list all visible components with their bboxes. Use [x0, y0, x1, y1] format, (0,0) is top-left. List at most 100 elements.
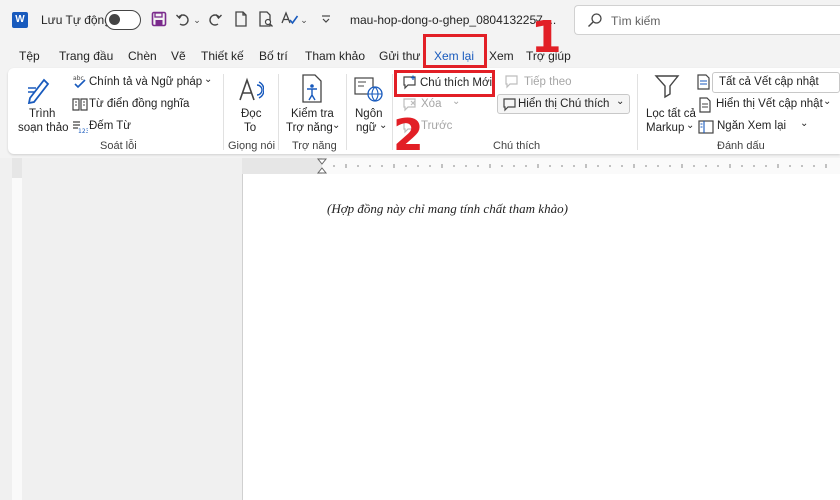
- autosave-toggle[interactable]: [105, 10, 141, 30]
- word-count-button[interactable]: 123 Đếm Từ: [70, 118, 160, 136]
- search-input[interactable]: Tìm kiếm: [574, 5, 840, 35]
- delete-comment-label: Xóa: [421, 98, 442, 110]
- tab-insert[interactable]: Chèn: [128, 49, 157, 63]
- book-icon: [72, 97, 88, 114]
- search-placeholder: Tìm kiếm: [611, 14, 661, 28]
- ribbon-separator: [223, 74, 224, 150]
- accessibility-group-label: Trợ năng: [292, 140, 337, 152]
- abc-check-icon: abc: [72, 74, 88, 93]
- show-markup-label: Hiển thị Vết cập nhật: [716, 98, 823, 110]
- reviewing-pane-label: Ngăn Xem lại: [717, 120, 787, 132]
- undo-icon[interactable]: [174, 11, 192, 29]
- word-count-icon: 123: [72, 120, 90, 137]
- undo-dropdown-icon[interactable]: ⌄: [192, 11, 202, 29]
- tab-layout[interactable]: Bố trí: [259, 49, 288, 63]
- reviewing-pane-dropdown-icon: ⌄: [800, 118, 809, 129]
- editor-button[interactable]: Trình soạn thảo: [12, 72, 69, 136]
- filter-markup-label-1: Lọc tất cả: [646, 108, 696, 120]
- next-comment-label: Tiếp theo: [524, 76, 572, 88]
- editor-pen-icon: [26, 76, 52, 107]
- new-document-icon[interactable]: [232, 11, 250, 29]
- filter-markup-icon: [654, 74, 682, 107]
- step-2-marker: 2: [393, 110, 424, 161]
- word-app-icon: W: [12, 12, 28, 28]
- show-comments-dropdown-icon: ⌄: [616, 96, 625, 107]
- horizontal-ruler[interactable]: [242, 158, 840, 174]
- tab-file[interactable]: Tệp: [19, 49, 40, 63]
- speech-group-label: Giọng nói: [228, 140, 276, 152]
- document-body-text[interactable]: (Hợp đồng này chỉ mang tính chất tham kh…: [327, 201, 568, 217]
- redo-icon[interactable]: [206, 11, 224, 29]
- thesaurus-label: Từ điển đồng nghĩa: [89, 98, 190, 110]
- next-comment-button: Tiếp theo: [502, 74, 582, 92]
- reviewing-pane-icon: [698, 119, 714, 138]
- filter-markup-label-2: Markup: [646, 122, 685, 134]
- search-icon: [587, 12, 603, 31]
- previous-comment-label: Trước: [421, 120, 453, 132]
- print-preview-icon[interactable]: [257, 11, 275, 29]
- ribbon-separator: [278, 74, 279, 150]
- ribbon-separator: [346, 74, 347, 150]
- thesaurus-button[interactable]: Từ điển đồng nghĩa: [70, 96, 220, 114]
- show-comments-label: Hiển thị Chú thích: [518, 98, 610, 110]
- spelling-dropdown-icon: ⌄: [204, 74, 213, 85]
- editor-label-2: soạn thảo: [18, 122, 69, 134]
- new-comment-highlight: [394, 70, 495, 97]
- spelling-dropdown-icon[interactable]: ⌄: [299, 11, 309, 29]
- read-aloud-label-1: Đọc: [241, 108, 262, 120]
- show-markup-dropdown-icon: ⌄: [823, 96, 832, 107]
- check-accessibility-label-1: Kiểm tra: [291, 108, 334, 120]
- display-for-review-select[interactable]: Tất cả Vết cập nhật: [712, 72, 840, 93]
- show-comments-button[interactable]: Hiển thị Chú thích ⌄: [497, 94, 630, 114]
- tab-mailings[interactable]: Gửi thư: [379, 49, 420, 63]
- vertical-ruler: [8, 158, 22, 500]
- ribbon-tabs: Tệp Trang đầu Chèn Vẽ Thiết kế Bố trí Th…: [0, 40, 840, 68]
- step-1-marker: 1: [531, 12, 562, 63]
- check-accessibility-label-2: Trợ năng: [286, 122, 333, 134]
- spelling-grammar-label: Chính tả và Ngữ pháp: [89, 76, 203, 88]
- next-comment-icon: [504, 75, 520, 92]
- show-markup-button[interactable]: Hiển thị Vết cập nhật ⌄: [696, 96, 840, 114]
- document-page[interactable]: (Hợp đồng này chỉ mang tính chất tham kh…: [242, 174, 840, 500]
- editor-label-1: Trình: [29, 108, 56, 120]
- reviewing-pane-button[interactable]: Ngăn Xem lại ⌄: [696, 118, 816, 136]
- display-for-review-value: Tất cả Vết cập nhật: [719, 76, 819, 88]
- accessibility-dropdown-icon: ⌄: [332, 120, 341, 131]
- svg-text:123: 123: [78, 128, 88, 134]
- review-tab-highlight: [423, 34, 487, 68]
- language-label-1: Ngôn: [355, 108, 383, 120]
- language-globe-icon: [354, 76, 384, 107]
- spelling-check-icon[interactable]: [281, 11, 299, 29]
- accessibility-check-icon: [300, 74, 324, 107]
- read-aloud-icon: [238, 76, 265, 107]
- show-markup-icon: [698, 97, 712, 116]
- language-label-2: ngữ: [356, 122, 377, 134]
- toggle-knob: [109, 14, 120, 25]
- read-aloud-button[interactable]: Đọc To: [230, 72, 270, 136]
- check-accessibility-button[interactable]: Kiểm tra Trợ năng ⌄: [282, 72, 342, 136]
- language-button[interactable]: Ngôn ngữ ⌄: [350, 72, 390, 136]
- ribbon-separator: [637, 74, 638, 150]
- proofing-group-label: Soát lỗi: [100, 140, 137, 152]
- document-filename[interactable]: mau-hop-dong-o-ghep_0804132257....: [350, 13, 556, 27]
- customize-toolbar-icon[interactable]: [317, 11, 335, 29]
- title-bar: W Lưu Tự động ⌄ ⌄ mau-hop-dong-o-ghep_08…: [0, 0, 840, 40]
- read-aloud-label-2: To: [244, 122, 257, 134]
- show-comments-icon: [502, 98, 518, 115]
- tab-design[interactable]: Thiết kế: [201, 49, 244, 63]
- spelling-grammar-button[interactable]: abc Chính tả và Ngữ pháp ⌄: [70, 74, 220, 92]
- word-count-label: Đếm Từ: [89, 120, 131, 132]
- tab-view[interactable]: Xem: [489, 49, 514, 63]
- tab-references[interactable]: Tham khảo: [305, 49, 365, 63]
- tab-draw[interactable]: Vẽ: [171, 49, 186, 63]
- delete-dropdown-icon: ⌄: [452, 96, 461, 107]
- comments-group-label: Chú thích: [493, 140, 541, 152]
- svg-text:abc: abc: [73, 75, 84, 82]
- tab-home[interactable]: Trang đầu: [59, 49, 113, 63]
- autosave-label: Lưu Tự động: [41, 13, 111, 27]
- save-icon[interactable]: [150, 11, 168, 29]
- filter-dropdown-icon: ⌄: [686, 120, 695, 131]
- language-dropdown-icon: ⌄: [379, 120, 388, 131]
- filter-markup-button[interactable]: Lọc tất cả Markup ⌄: [642, 72, 696, 136]
- markup-group-label: Đánh dấu: [717, 140, 765, 152]
